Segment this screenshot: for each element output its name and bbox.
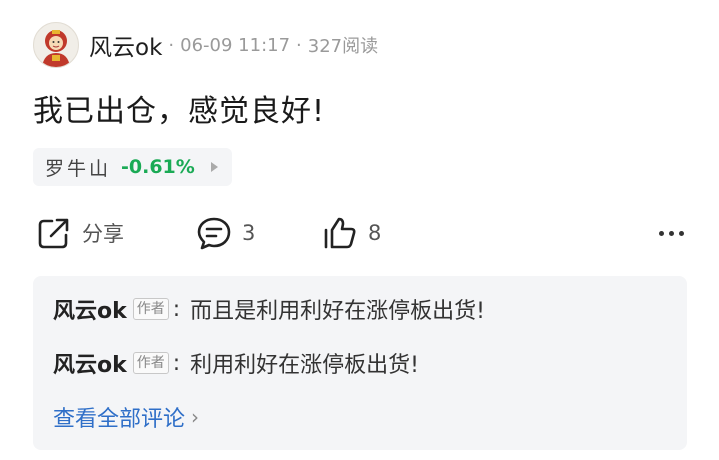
author-badge: 作者: [132, 352, 169, 374]
avatar[interactable]: [33, 22, 79, 68]
stock-name: 罗牛山: [45, 157, 112, 180]
share-button[interactable]: 分享: [36, 214, 124, 252]
post-date: 06-09 11:17: [180, 34, 291, 56]
comment-button[interactable]: 3: [196, 214, 255, 252]
read-count: 327阅读: [307, 36, 379, 57]
more-icon: [669, 230, 674, 236]
meta-separator: ·: [168, 34, 175, 56]
action-bar: 分享 3 8: [36, 214, 684, 252]
share-icon: [38, 218, 69, 249]
more-icon: [659, 230, 664, 236]
comment-author[interactable]: 风云ok: [53, 293, 127, 325]
comment-colon: :: [172, 350, 181, 376]
comment-author[interactable]: 风云ok: [53, 347, 127, 379]
avatar-figure-icon: [42, 30, 70, 67]
chevron-right-icon: ›: [191, 405, 200, 429]
author-badge: 作者: [132, 298, 169, 320]
comment-text: 而且是利用利好在涨停板出货!: [190, 299, 485, 324]
comment-text: 利用利好在涨停板出货!: [190, 353, 419, 378]
comments-preview: 风云ok 作者 : 而且是利用利好在涨停板出货! 风云ok 作者 : 利用利好在…: [33, 276, 687, 450]
view-all-label: 查看全部评论: [53, 407, 186, 432]
post-content: 我已出仓，感觉良好!: [33, 94, 326, 129]
meta-separator: ·: [296, 34, 302, 56]
more-button[interactable]: [659, 214, 684, 252]
more-icon: [679, 230, 684, 236]
stock-tag[interactable]: 罗牛山 -0.61%: [33, 148, 232, 186]
comment-colon: :: [172, 296, 181, 322]
view-all-comments-link[interactable]: 查看全部评论 ›: [53, 402, 667, 432]
play-triangle-icon: [210, 162, 218, 172]
author-name[interactable]: 风云ok: [89, 28, 162, 62]
post-header: 风云ok · 06-09 11:17 · 327阅读: [33, 22, 378, 68]
like-button[interactable]: 8: [322, 214, 381, 252]
comment-item[interactable]: 风云ok 作者 : 利用利好在涨停板出货!: [53, 347, 667, 379]
stock-change: -0.61%: [121, 156, 195, 178]
post-meta: · 06-09 11:17 · 327阅读: [168, 32, 378, 58]
share-label: 分享: [82, 222, 124, 246]
comment-item[interactable]: 风云ok 作者 : 而且是利用利好在涨停板出货!: [53, 293, 667, 325]
comment-icon: [197, 217, 231, 250]
like-icon: [324, 217, 356, 249]
like-count: 8: [368, 221, 382, 245]
comment-count: 3: [242, 221, 256, 245]
